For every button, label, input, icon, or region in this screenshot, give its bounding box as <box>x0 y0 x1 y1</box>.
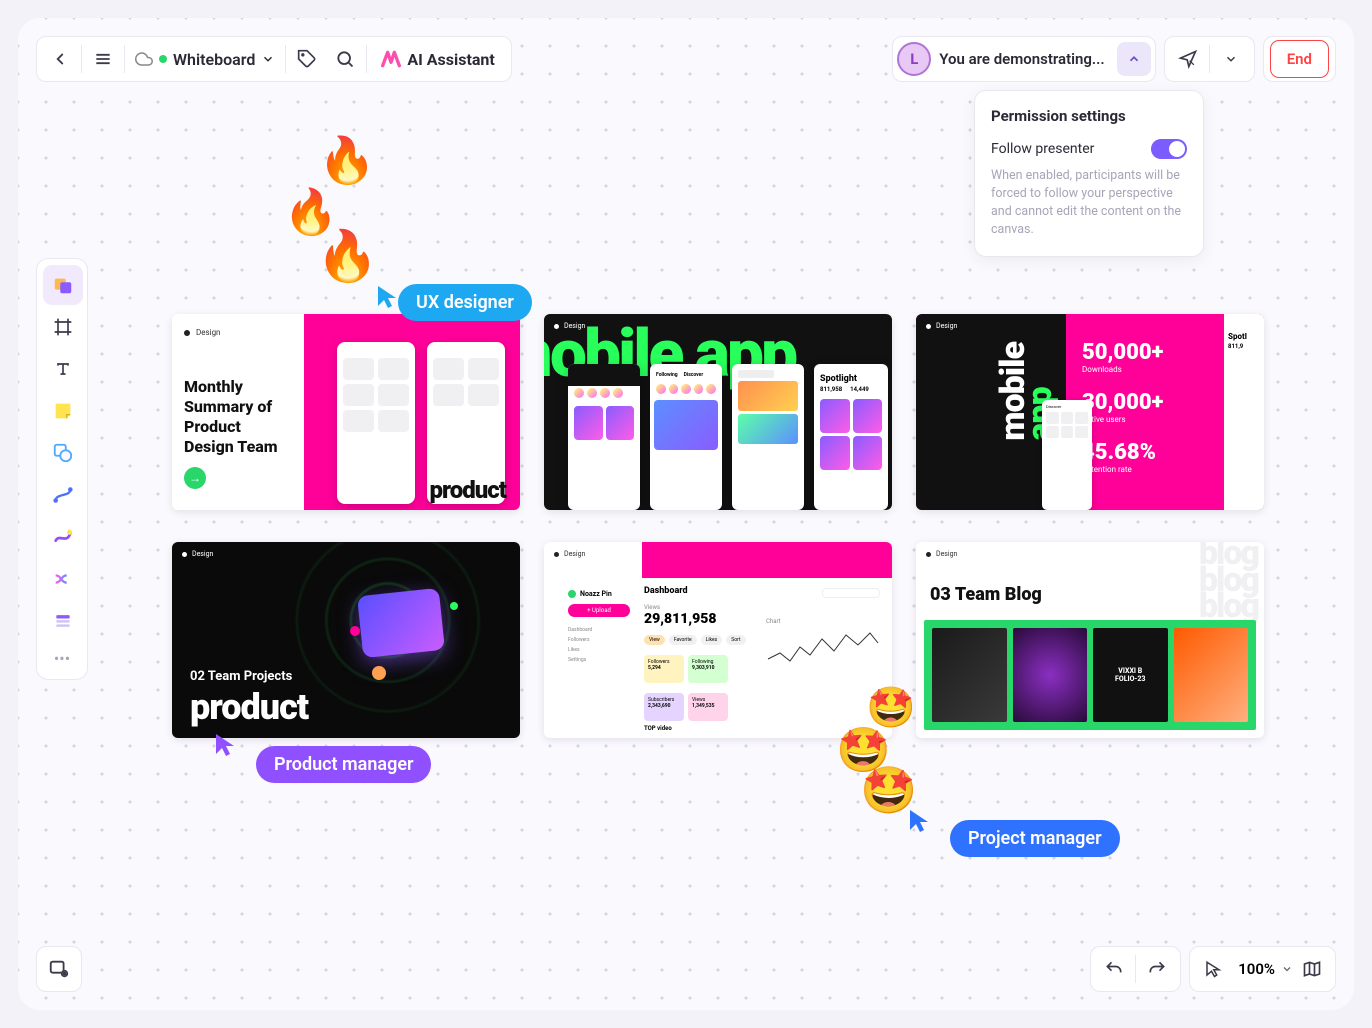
divider <box>124 45 125 73</box>
arrow-icon: → <box>184 467 206 489</box>
card4-subtitle: 02 Team Projects <box>190 669 292 684</box>
divider <box>81 45 82 73</box>
collaborator-cursor-ux: UX designer <box>376 284 532 321</box>
ai-assistant-button[interactable]: AI Assistant <box>369 50 506 69</box>
card-tag: Design <box>554 550 585 558</box>
left-toolbar: ••• <box>36 258 88 680</box>
pointer-tool-button[interactable] <box>1169 40 1207 78</box>
search-button[interactable] <box>326 40 364 78</box>
card-tag: Design <box>926 322 957 330</box>
board-title: Whiteboard <box>173 50 255 69</box>
map-view-button[interactable] <box>1293 950 1331 988</box>
permission-title: Permission settings <box>991 107 1187 125</box>
permission-description: When enabled, participants will be force… <box>991 167 1187 240</box>
tag-button[interactable] <box>288 40 326 78</box>
cursor-label: Project manager <box>950 820 1120 857</box>
presenter-avatar[interactable]: L <box>897 42 931 76</box>
zoom-level[interactable]: 100% <box>1232 960 1281 978</box>
ai-assistant-label: AI Assistant <box>407 50 494 69</box>
tool-shapes[interactable] <box>43 433 83 473</box>
card6-blog-word: blog blog blog <box>1199 542 1258 620</box>
tool-frame[interactable] <box>43 307 83 347</box>
card1-title: Monthly Summary of Product Design Team <box>184 377 292 457</box>
tool-sticky-note[interactable] <box>43 391 83 431</box>
cursor-label: Product manager <box>256 746 431 783</box>
card-mobile-stats[interactable]: Design mobileapp Discover 50,000+Downloa… <box>916 314 1264 510</box>
fire-emoji: 🔥 <box>314 226 380 288</box>
demo-collapse-button[interactable] <box>1117 42 1151 76</box>
card-tag: Design <box>926 550 957 558</box>
tool-text[interactable] <box>43 349 83 389</box>
fire-emoji: 🔥 <box>315 130 379 191</box>
divider <box>366 45 367 73</box>
bottom-right-toolbar: 100% <box>1090 946 1336 992</box>
cursor-label: UX designer <box>398 284 532 321</box>
card1-footer-word: product <box>430 476 506 504</box>
divider <box>1135 955 1136 983</box>
star-struck-emoji: 🤩 <box>860 764 917 818</box>
tool-more[interactable]: ••• <box>43 643 81 673</box>
tool-pen[interactable] <box>43 517 83 557</box>
card-tag: Design <box>182 550 213 558</box>
end-button[interactable]: End <box>1270 40 1329 78</box>
demo-status-text: You are demonstrating... <box>939 50 1108 68</box>
collaborator-cursor-project: Project manager <box>908 808 1120 857</box>
location-button[interactable] <box>36 946 82 992</box>
chevron-down-icon[interactable] <box>1281 963 1293 975</box>
card-monthly-summary[interactable]: Design Monthly Summary of Product Design… <box>172 314 520 510</box>
top-right-toolbar: L You are demonstrating... End <box>892 36 1336 82</box>
card-dashboard[interactable]: Design Noazz Pin + Upload DashboardFollo… <box>544 542 892 738</box>
more-chevron-button[interactable] <box>1212 40 1250 78</box>
divider <box>1209 45 1210 73</box>
tool-connector[interactable] <box>43 475 83 515</box>
card6-title: 03 Team Blog <box>930 584 1042 605</box>
back-button[interactable] <box>41 40 79 78</box>
card-team-blog[interactable]: Design blog blog blog 03 Team Blog VIXXI… <box>916 542 1264 738</box>
board-title-dropdown[interactable]: Whiteboard <box>127 40 283 78</box>
follow-presenter-toggle[interactable] <box>1151 139 1187 159</box>
tool-templates[interactable] <box>43 265 83 305</box>
chevron-down-icon <box>261 52 275 66</box>
status-dot-icon <box>159 55 167 63</box>
chevron-up-icon <box>1127 52 1141 66</box>
collaborator-cursor-product: Product manager <box>214 732 431 783</box>
ai-logo-icon <box>381 50 401 68</box>
follow-presenter-label: Follow presenter <box>991 141 1094 157</box>
card-tag: Design <box>184 328 292 337</box>
tool-mindmap[interactable] <box>43 559 83 599</box>
redo-button[interactable] <box>1138 950 1176 988</box>
tool-table[interactable] <box>43 601 83 641</box>
permission-settings-panel: Permission settings Follow presenter Whe… <box>974 90 1204 257</box>
undo-button[interactable] <box>1095 950 1133 988</box>
menu-button[interactable] <box>84 40 122 78</box>
card-team-projects[interactable]: Design 02 Team Projects product <box>172 542 520 738</box>
cursor-mode-button[interactable] <box>1194 950 1232 988</box>
divider <box>285 45 286 73</box>
top-toolbar: Whiteboard AI Assistant <box>36 36 512 82</box>
card4-title: product <box>190 686 308 728</box>
card-mobile-app[interactable]: Design mobile app FollowingDiscover Spot… <box>544 314 892 510</box>
